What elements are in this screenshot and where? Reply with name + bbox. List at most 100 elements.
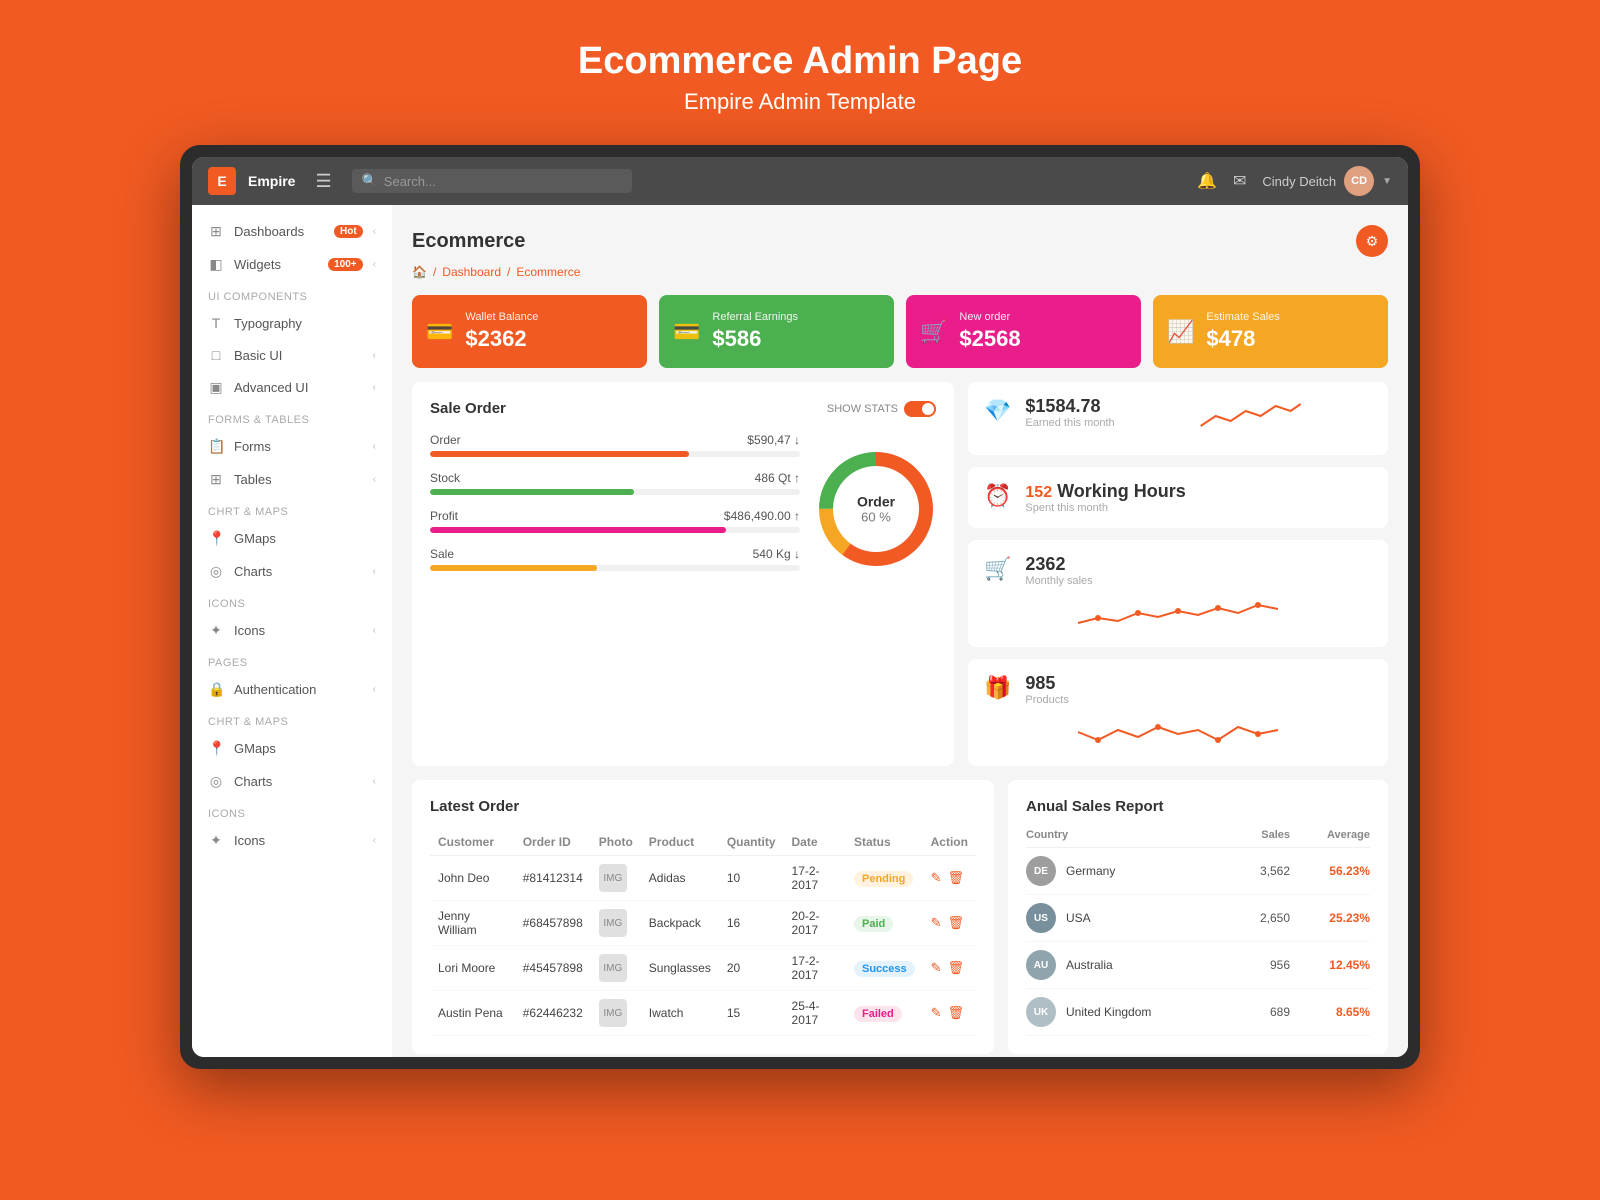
report-average: 12.45% <box>1300 958 1370 972</box>
search-box[interactable]: 🔍 <box>352 169 632 193</box>
sidebar-badge-widgets: 100+ <box>328 258 363 271</box>
sidebar-group-ui-components-group: UI Components <box>192 281 392 307</box>
bar-track <box>430 565 800 571</box>
cell-product: Sunglasses <box>641 946 719 991</box>
sidebar-label-charts1: Charts <box>234 564 363 579</box>
wallet-value: $2362 <box>465 326 538 352</box>
bar-label: Stock <box>430 471 460 485</box>
earned-label: Earned this month <box>1025 417 1114 429</box>
home-icon[interactable]: 🏠 <box>412 265 427 279</box>
report-sales: 3,562 <box>1230 864 1290 878</box>
cell-qty: 15 <box>719 991 784 1036</box>
stat-card-new-order: 🛒 New order $2568 <box>906 295 1141 368</box>
settings-button[interactable]: ⚙ <box>1356 225 1388 257</box>
sidebar-item-gmaps2[interactable]: 📍 GMaps <box>192 732 392 765</box>
donut-title: Order <box>857 494 895 510</box>
mail-icon[interactable]: ✉ <box>1233 171 1246 191</box>
report-sales: 2,650 <box>1230 911 1290 925</box>
bar-value: $486,490.00 ↑ <box>724 509 800 523</box>
sidebar-item-basic-ui[interactable]: □ Basic UI‹ <box>192 339 392 371</box>
earned-chart <box>1129 396 1372 441</box>
user-info[interactable]: Cindy Deitch CD ▼ <box>1262 166 1392 196</box>
sidebar-icon-gmaps2: 📍 <box>208 740 224 757</box>
sidebar-item-typography[interactable]: T Typography <box>192 307 392 339</box>
sidebar-label-gmaps: GMaps <box>234 531 376 546</box>
topnav: E Empire ☰ 🔍 🔔 ✉ Cindy Deitch CD ▼ <box>192 157 1408 205</box>
report-col-sales: Sales <box>1230 829 1290 841</box>
search-icon: 🔍 <box>362 173 378 189</box>
sidebar-item-icons2[interactable]: ✦ Icons‹ <box>192 824 392 857</box>
cell-action[interactable]: ✎🗑 <box>923 991 976 1036</box>
sidebar-chevron-icons2: ‹ <box>373 835 376 846</box>
diamond-icon: 💎 <box>984 398 1011 424</box>
delete-icon[interactable]: 🗑 <box>948 1005 965 1021</box>
sale-order-card: Sale Order SHOW STATS Order $590,47 ↓ St… <box>412 382 954 766</box>
referral-label: Referral Earnings <box>712 311 798 323</box>
delete-icon[interactable]: 🗑 <box>948 915 965 931</box>
cell-action[interactable]: ✎🗑 <box>923 856 976 901</box>
cell-action[interactable]: ✎🗑 <box>923 901 976 946</box>
stats-toggle[interactable] <box>904 401 936 417</box>
sidebar-label-icons2: Icons <box>234 833 363 848</box>
sidebar-item-tables[interactable]: ⊞ Tables‹ <box>192 463 392 496</box>
middle-row: Sale Order SHOW STATS Order $590,47 ↓ St… <box>412 382 1388 766</box>
sidebar-item-widgets[interactable]: ◧ Widgets100+‹ <box>192 248 392 281</box>
sidebar-item-dashboards[interactable]: ⊞ DashboardsHot‹ <box>192 215 392 248</box>
col-order-id: Order ID <box>515 829 591 856</box>
sidebar-chevron-charts2: ‹ <box>373 776 376 787</box>
working-hours-value: 152 Working Hours <box>1025 481 1185 502</box>
annual-sales-title: Anual Sales Report <box>1026 798 1370 815</box>
sidebar-item-charts2[interactable]: ◎ Charts‹ <box>192 765 392 798</box>
sidebar-item-authentication[interactable]: 🔒 Authentication‹ <box>192 673 392 706</box>
col-photo: Photo <box>591 829 641 856</box>
notification-icon[interactable]: 🔔 <box>1197 171 1217 191</box>
report-header: Country Sales Average <box>1026 829 1370 848</box>
cell-action[interactable]: ✎🗑 <box>923 946 976 991</box>
donut-label: Order 60 % <box>857 494 895 525</box>
edit-icon[interactable]: ✎ <box>931 1005 942 1021</box>
referral-value: $586 <box>712 326 798 352</box>
edit-icon[interactable]: ✎ <box>931 870 942 886</box>
cell-product: Adidas <box>641 856 719 901</box>
delete-icon[interactable]: 🗑 <box>948 960 965 976</box>
action-icons: ✎🗑 <box>931 960 968 976</box>
cell-status: Pending <box>846 856 923 901</box>
cell-status: Failed <box>846 991 923 1036</box>
logo-name: Empire <box>248 173 295 189</box>
cell-order-id: #81412314 <box>515 856 591 901</box>
bar-row-stock: Stock 486 Qt ↑ <box>430 471 800 495</box>
product-thumb: IMG <box>599 954 627 982</box>
search-input[interactable] <box>384 174 622 189</box>
working-hours-card: ⏰ 152 Working Hours Spent this month <box>968 467 1388 528</box>
device-frame: E Empire ☰ 🔍 🔔 ✉ Cindy Deitch CD ▼ <box>180 145 1420 1069</box>
edit-icon[interactable]: ✎ <box>931 915 942 931</box>
report-country: Germany <box>1066 864 1220 878</box>
sidebar-item-forms[interactable]: 📋 Forms‹ <box>192 430 392 463</box>
sidebar-item-charts1[interactable]: ◎ Charts‹ <box>192 555 392 588</box>
table-header-row: Customer Order ID Photo Product Quantity… <box>430 829 976 856</box>
cell-photo: IMG <box>591 856 641 901</box>
estimate-label: Estimate Sales <box>1206 311 1279 323</box>
report-row: US USA 2,650 25.23% <box>1026 895 1370 942</box>
cell-date: 17-2-2017 <box>784 856 846 901</box>
page-title: Ecommerce <box>412 230 525 253</box>
sale-order-body: Order $590,47 ↓ Stock 486 Qt ↑ Profit $4… <box>430 433 936 585</box>
sidebar-item-icons1[interactable]: ✦ Icons‹ <box>192 614 392 647</box>
sidebar-icon-charts1: ◎ <box>208 563 224 580</box>
sidebar-item-gmaps[interactable]: 📍 GMaps <box>192 522 392 555</box>
report-average: 25.23% <box>1300 911 1370 925</box>
report-row: DE Germany 3,562 56.23% <box>1026 848 1370 895</box>
sidebar-chevron-widgets: ‹ <box>373 259 376 270</box>
show-stats-label: SHOW STATS <box>827 403 898 415</box>
sidebar-label-icons1: Icons <box>234 623 363 638</box>
user-dropdown-icon[interactable]: ▼ <box>1382 176 1392 187</box>
delete-icon[interactable]: 🗑 <box>948 870 965 886</box>
sidebar-item-advanced-ui[interactable]: ▣ Advanced UI‹ <box>192 371 392 404</box>
breadcrumb-parent[interactable]: Dashboard <box>442 265 501 279</box>
edit-icon[interactable]: ✎ <box>931 960 942 976</box>
bar-value: $590,47 ↓ <box>747 433 800 447</box>
col-customer: Customer <box>430 829 515 856</box>
sidebar-group-chrt-maps-group2: Chrt & Maps <box>192 706 392 732</box>
hamburger-icon[interactable]: ☰ <box>315 171 331 192</box>
status-badge: Success <box>854 961 915 977</box>
